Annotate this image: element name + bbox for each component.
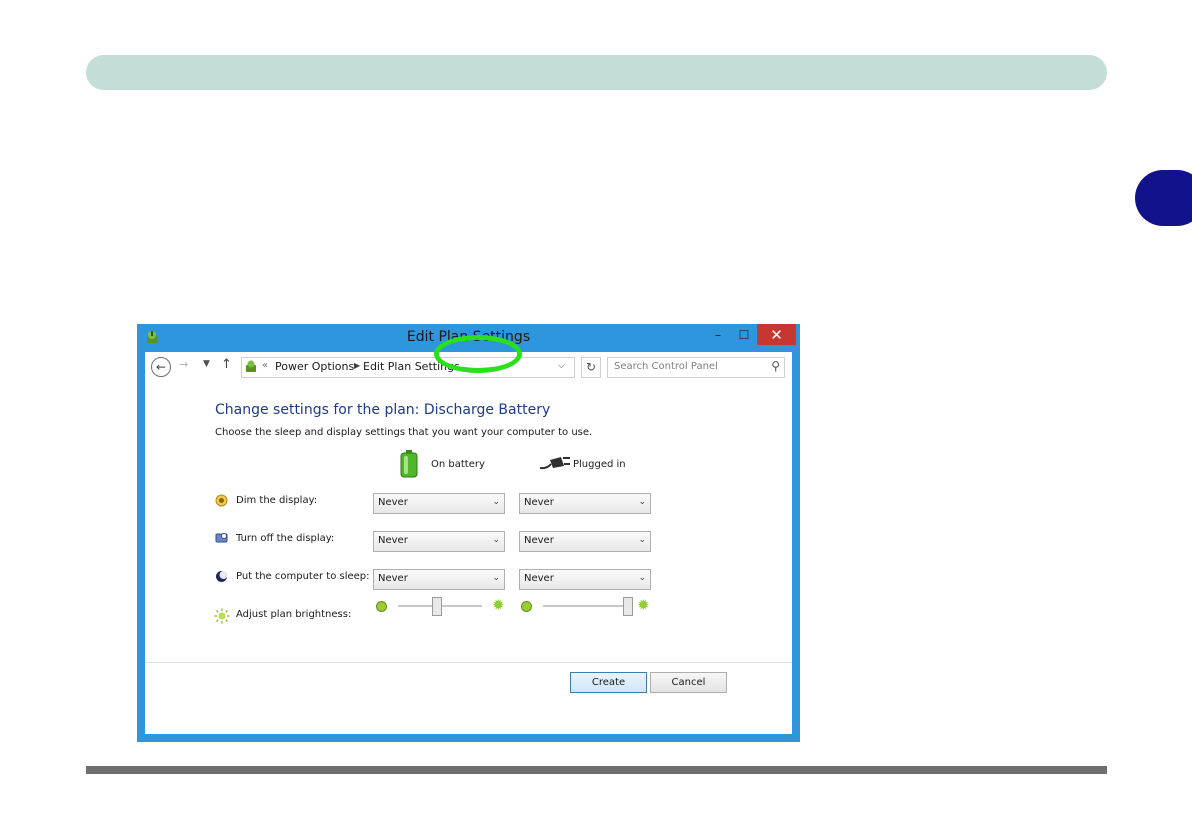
cancel-button[interactable]: Cancel	[650, 672, 727, 693]
sleep-icon	[216, 571, 228, 582]
minimize-button[interactable]: –	[705, 324, 731, 345]
search-input[interactable]: Search Control Panel ⚲	[607, 357, 785, 378]
refresh-icon[interactable]: ↻	[581, 357, 601, 378]
dim-display-on-battery-select[interactable]: Never ⌄	[373, 493, 505, 514]
sleep-plugged-in-select[interactable]: Never ⌄	[519, 569, 651, 590]
chevron-down-icon: ⌄	[492, 573, 500, 583]
address-dropdown-chevron-icon[interactable]: ⌵	[558, 361, 565, 371]
brightness-on-battery-slider[interactable]: ✹	[376, 596, 531, 620]
breadcrumb-overflow-icon[interactable]: «	[262, 360, 268, 371]
chevron-down-icon: ⌄	[492, 497, 500, 507]
bright-brightness-icon: ✹	[492, 596, 505, 614]
turn-off-display-on-battery-select[interactable]: Never ⌄	[373, 531, 505, 552]
plan-settings-panel: Change settings for the plan: Discharge …	[145, 382, 792, 734]
dim-display-plugged-in-select[interactable]: Never ⌄	[519, 493, 651, 514]
chevron-down-icon: ⌄	[492, 535, 500, 545]
slider-track	[543, 605, 627, 607]
dim-display-icon	[215, 494, 228, 507]
maximize-button[interactable]: ☐	[731, 324, 757, 345]
row-label-adjust-brightness: Adjust plan brightness:	[236, 609, 352, 620]
brightness-plugged-in-slider[interactable]: ✹	[521, 596, 676, 620]
button-divider	[145, 662, 792, 663]
turn-off-display-plugged-in-select[interactable]: Never ⌄	[519, 531, 651, 552]
forward-arrow-icon[interactable]: →	[179, 358, 188, 371]
slider-thumb[interactable]	[431, 597, 442, 616]
page-header-bar	[86, 55, 1107, 90]
battery-icon	[400, 450, 418, 478]
back-arrow-icon[interactable]: ←	[151, 357, 171, 377]
power-options-icon	[246, 360, 256, 372]
chevron-down-icon: ⌄	[638, 535, 646, 545]
slider-thumb[interactable]	[623, 597, 633, 616]
brightness-icon	[214, 608, 230, 624]
page-title: Change settings for the plan: Discharge …	[215, 402, 551, 418]
up-arrow-icon[interactable]: ↑	[221, 357, 232, 372]
column-header-plugged-in: Plugged in	[573, 459, 626, 470]
dim-brightness-icon	[521, 601, 532, 612]
row-label-turn-off-display: Turn off the display:	[236, 533, 335, 544]
sleep-on-battery-select[interactable]: Never ⌄	[373, 569, 505, 590]
row-label-dim-display: Dim the display:	[236, 495, 318, 506]
edit-plan-settings-window: Edit Plan Settings – ☐ ✕ ← → ▼ ↑ « Power…	[137, 324, 800, 742]
bright-brightness-icon: ✹	[637, 596, 650, 614]
create-button-highlight-ring	[434, 335, 522, 373]
search-placeholder: Search Control Panel	[614, 361, 718, 372]
chapter-tab	[1135, 170, 1192, 226]
breadcrumb-separator-icon[interactable]: ▶	[354, 361, 360, 370]
breadcrumb-power-options[interactable]: Power Options	[275, 360, 354, 373]
search-icon[interactable]: ⚲	[771, 359, 780, 373]
display-off-icon	[215, 533, 228, 543]
column-header-on-battery: On battery	[431, 459, 485, 470]
recent-locations-chevron-icon[interactable]: ▼	[203, 359, 210, 369]
page-description: Choose the sleep and display settings th…	[215, 427, 593, 438]
address-bar[interactable]: « Power Options ▶ Edit Plan Settings ⌵	[241, 357, 575, 378]
create-button[interactable]: Create	[570, 672, 647, 693]
dim-brightness-icon	[376, 601, 387, 612]
close-button[interactable]: ✕	[757, 324, 796, 345]
power-plug-icon	[539, 457, 570, 470]
chevron-down-icon: ⌄	[638, 497, 646, 507]
chevron-down-icon: ⌄	[638, 573, 646, 583]
row-label-sleep: Put the computer to sleep:	[236, 571, 370, 582]
footer-rule	[86, 766, 1107, 774]
